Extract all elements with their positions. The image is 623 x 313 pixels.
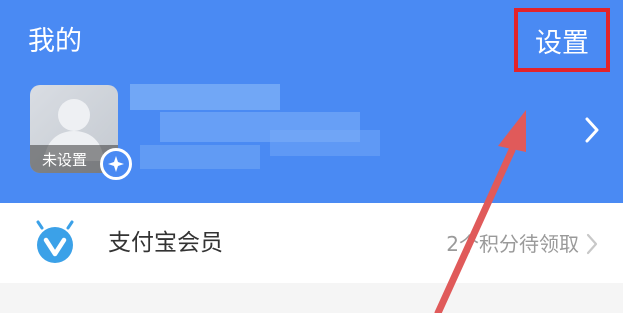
settings-label: 设置: [535, 27, 589, 59]
sparkle-icon[interactable]: [100, 148, 132, 180]
blurred-username: [130, 84, 280, 110]
page-title: 我的: [28, 26, 82, 57]
settings-button[interactable]: 设置: [514, 8, 610, 72]
list-item-label: 支付宝会员: [108, 230, 223, 256]
chevron-right-icon: [586, 233, 598, 255]
list-item-member[interactable]: 支付宝会员 2个积分待领取: [0, 203, 623, 283]
points-status: 2个积分待领取: [446, 232, 579, 256]
member-badge-icon: [36, 220, 74, 263]
blurred-username-4: [270, 130, 380, 156]
chevron-right-icon[interactable]: [584, 116, 600, 144]
profile-header: 我的 设置 未设置: [0, 0, 623, 203]
blurred-username-3: [140, 145, 260, 169]
